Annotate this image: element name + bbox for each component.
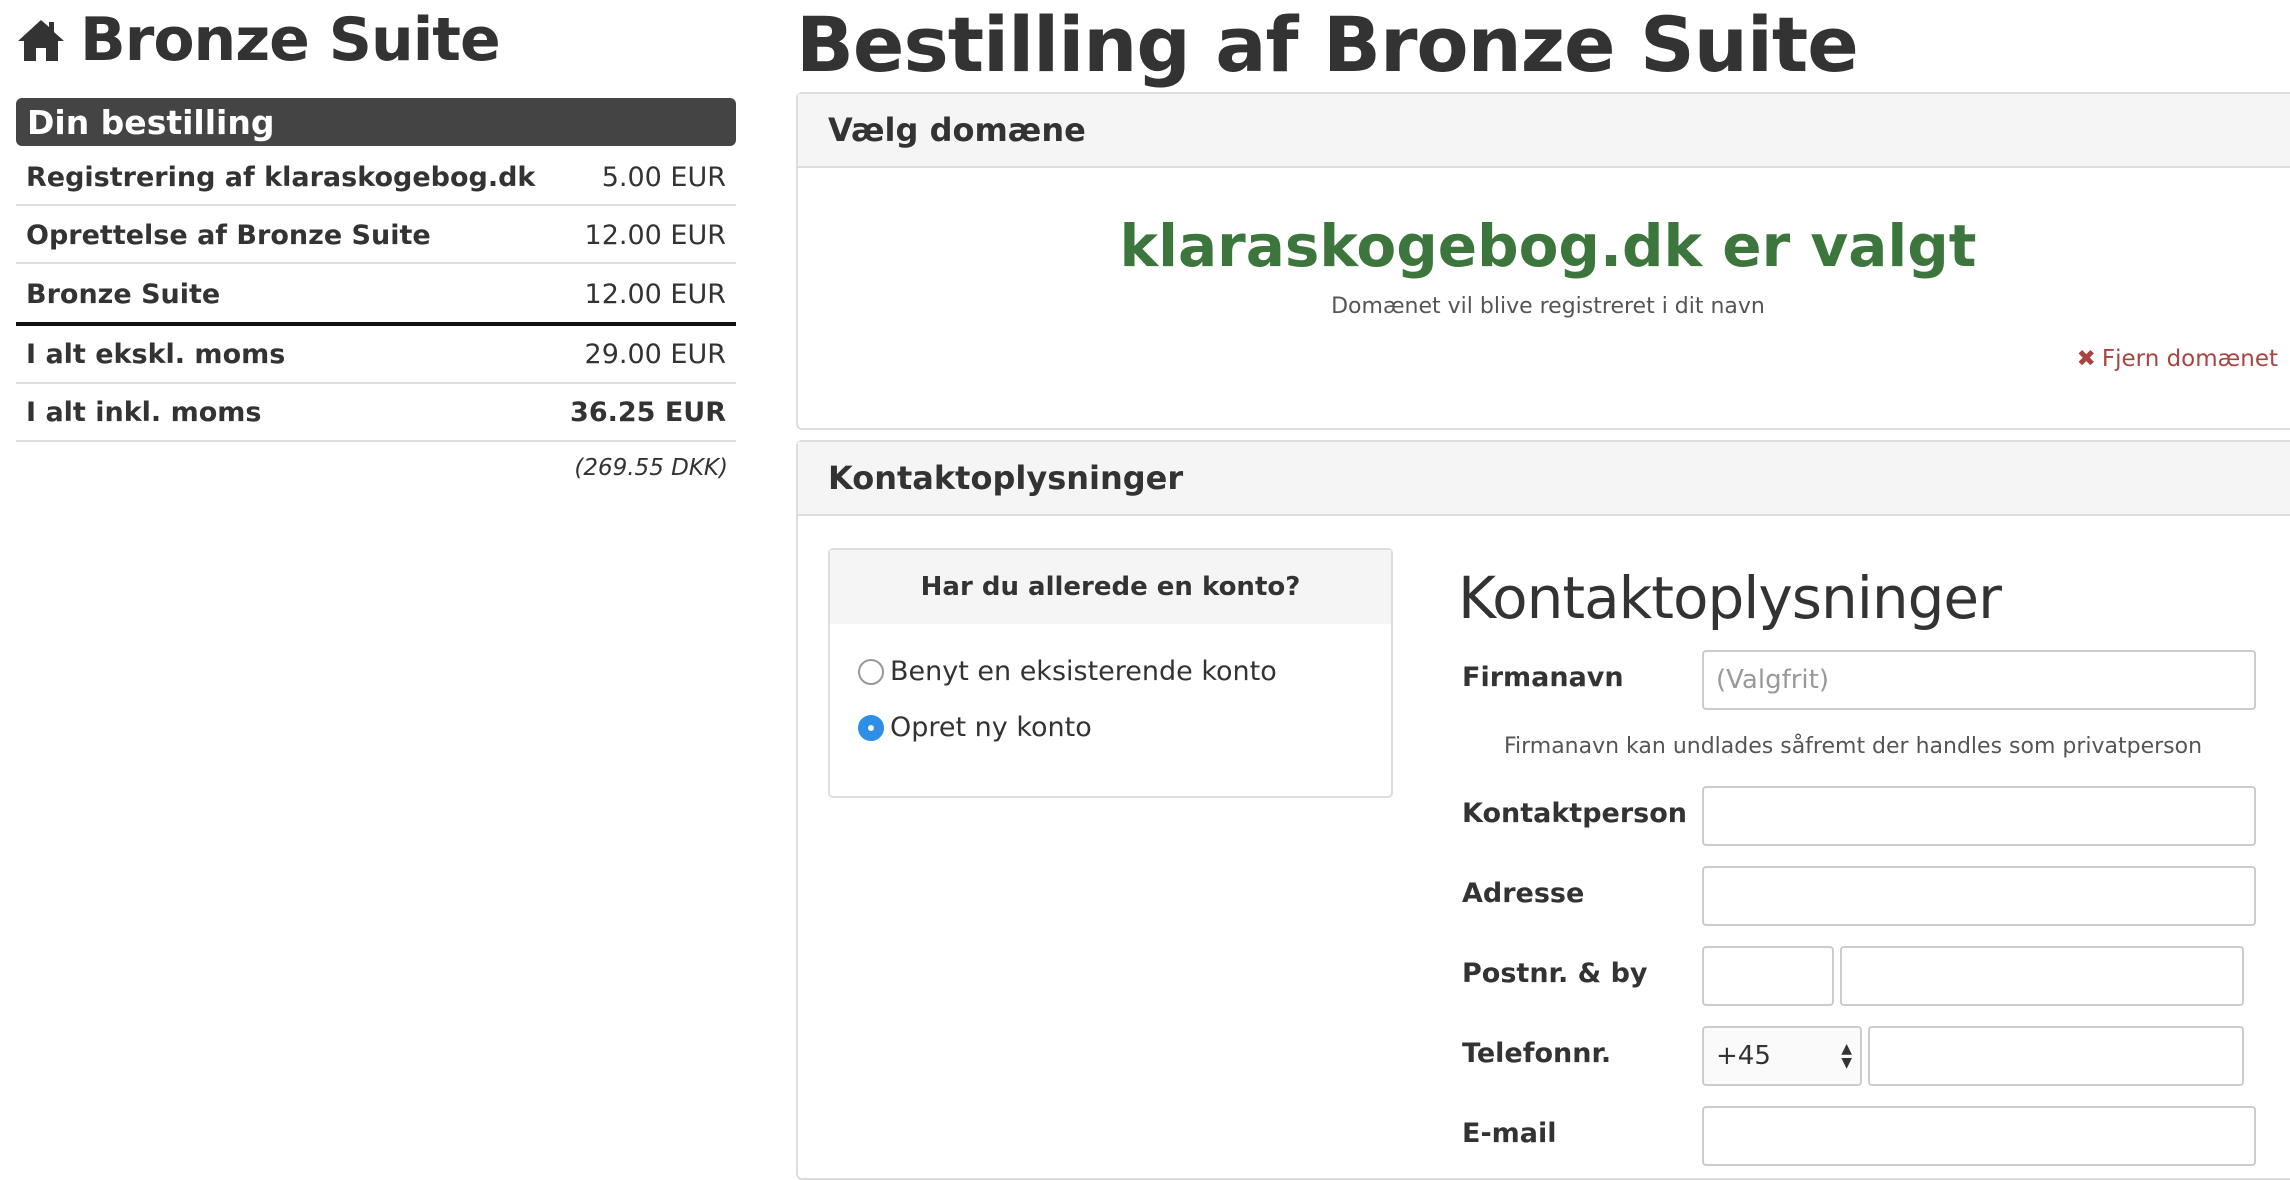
total-incl-amount: 36.25 EUR	[570, 396, 726, 428]
contact-person-input[interactable]	[1702, 786, 2256, 846]
postal-code-input[interactable]	[1702, 946, 1834, 1006]
order-row: Registrering af klaraskogebog.dk 5.00 EU…	[16, 150, 736, 206]
account-question: Har du allerede en konto?	[830, 550, 1391, 624]
address-input[interactable]	[1702, 866, 2256, 926]
remove-domain-label: Fjern domænet	[2101, 346, 2278, 372]
radio-button[interactable]	[858, 658, 884, 685]
firm-placeholder: (Valgfrit)	[1716, 665, 1829, 695]
home-icon	[18, 20, 64, 61]
radio-label: Opret ny konto	[890, 712, 1092, 743]
account-choice-box: Har du allerede en konto? Benyt en eksis…	[828, 548, 1393, 798]
page-title: Bestilling af Bronze Suite	[796, 0, 1859, 89]
total-excl-amount: 29.00 EUR	[584, 338, 726, 370]
email-input[interactable]	[1702, 1106, 2256, 1166]
domain-selected-message: klaraskogebog.dk er valgt	[1119, 212, 1977, 280]
city-input[interactable]	[1840, 946, 2244, 1006]
product-name: Bronze Suite	[80, 5, 501, 75]
select-arrows-icon: ▲ ▼	[1841, 1041, 1852, 1071]
radio-label: Benyt en eksisterende konto	[890, 656, 1277, 687]
contact-panel-title: Kontaktoplysninger	[798, 442, 2290, 516]
order-row: Oprettelse af Bronze Suite 12.00 EUR	[16, 208, 736, 264]
order-row-label: Registrering af klaraskogebog.dk	[26, 161, 536, 193]
domain-note: Domænet vil blive registreret i dit navn	[1331, 294, 1765, 319]
radio-button-selected[interactable]	[858, 714, 884, 741]
contact-panel: Kontaktoplysninger Har du allerede en ko…	[796, 440, 2290, 1180]
order-row-amount: 12.00 EUR	[584, 219, 726, 251]
order-row: Bronze Suite 12.00 EUR	[16, 266, 736, 326]
domain-panel-title: Vælg domæne	[798, 94, 2290, 168]
address-label: Adresse	[1462, 878, 1585, 909]
domain-panel: Vælg domæne klaraskogebog.dk er valgt Do…	[796, 92, 2290, 430]
product-title: Bronze Suite	[16, 0, 501, 80]
contact-form-heading: Kontaktoplysninger	[1458, 564, 2002, 632]
order-row-label: Oprettelse af Bronze Suite	[26, 219, 431, 251]
total-excl-label: I alt ekskl. moms	[26, 338, 286, 370]
total-dkk: (269.55 DKK)	[574, 455, 728, 481]
remove-domain-link[interactable]: ✖ Fjern domænet	[2077, 346, 2278, 372]
order-row-amount: 12.00 EUR	[584, 278, 726, 310]
order-row-label: Bronze Suite	[26, 278, 221, 310]
radio-new-account[interactable]: Opret ny konto	[858, 712, 1092, 743]
contact-person-label: Kontaktperson	[1462, 798, 1688, 829]
order-row-amount: 5.00 EUR	[601, 161, 726, 193]
firm-input[interactable]: (Valgfrit)	[1702, 650, 2256, 710]
phone-label: Telefonnr.	[1462, 1038, 1612, 1069]
radio-existing-account[interactable]: Benyt en eksisterende konto	[858, 656, 1277, 687]
email-label: E-mail	[1462, 1118, 1557, 1149]
total-incl-label: I alt inkl. moms	[26, 396, 262, 428]
phone-input[interactable]	[1868, 1026, 2244, 1086]
order-total-incl-vat: I alt inkl. moms 36.25 EUR	[16, 384, 736, 442]
firm-label: Firmanavn	[1462, 662, 1624, 693]
order-summary-header: Din bestilling	[16, 98, 736, 146]
postal-city-label: Postnr. & by	[1462, 958, 1648, 989]
phone-prefix-select[interactable]: +45 ▲ ▼	[1702, 1026, 1862, 1086]
firm-help-text: Firmanavn kan undlades såfremt der handl…	[1503, 734, 2203, 759]
phone-prefix-value: +45	[1716, 1041, 1771, 1071]
order-total-excl-vat: I alt ekskl. moms 29.00 EUR	[16, 326, 736, 384]
close-icon: ✖	[2076, 346, 2096, 372]
